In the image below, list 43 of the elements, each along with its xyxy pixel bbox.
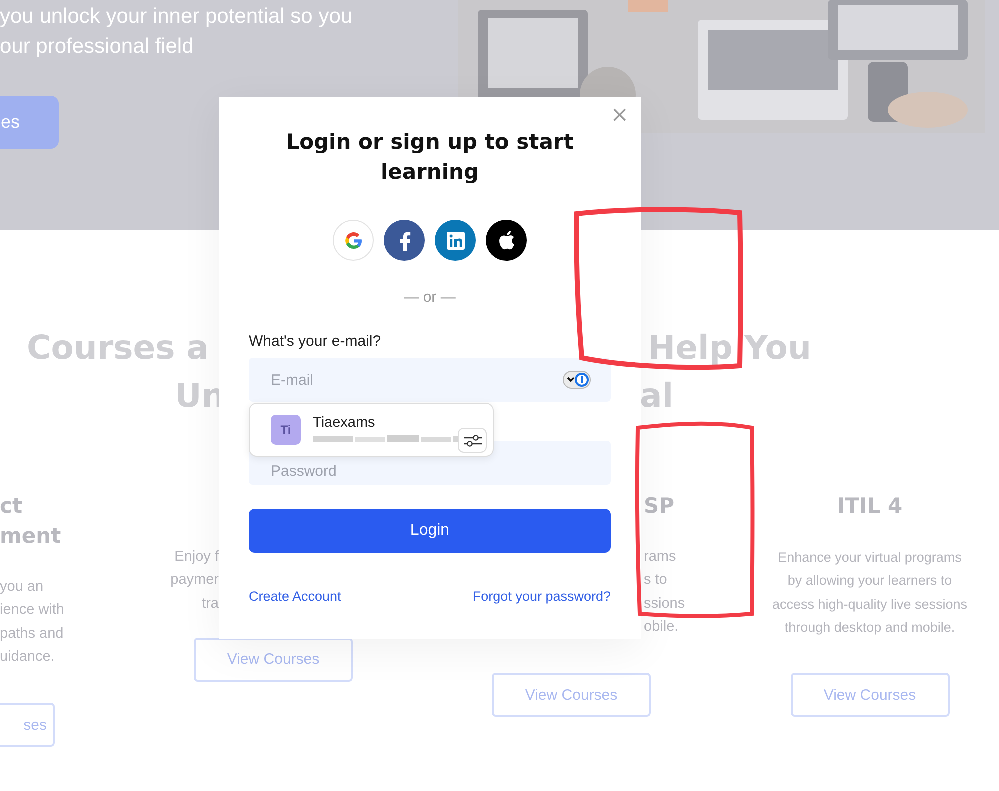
email-field[interactable]: E-mail: [249, 358, 611, 402]
course-description: ience with: [0, 601, 66, 620]
course-description: you an: [0, 578, 45, 597]
facebook-login-button[interactable]: [384, 220, 425, 261]
course-title: ct: [0, 493, 24, 520]
google-login-button[interactable]: [333, 220, 374, 261]
email-label: What's your e-mail?: [249, 333, 382, 350]
view-courses-button[interactable]: View Courses: [194, 638, 353, 682]
courses-button[interactable]: es: [0, 96, 59, 149]
course-description: ssions: [644, 594, 686, 614]
dialog-title: Login or sign up to start learning: [285, 129, 575, 186]
divider-text: — or —: [403, 289, 457, 306]
course-title: ment: [0, 523, 62, 550]
login-button[interactable]: Login: [249, 509, 611, 553]
forgot-password-link[interactable]: Forgot your password?: [472, 589, 611, 604]
linkedin-login-button[interactable]: [435, 220, 476, 261]
course-description: rams: [644, 548, 678, 567]
course-description: obile.: [644, 618, 680, 637]
course-title: SP: [643, 493, 676, 520]
course-description: s to: [644, 571, 668, 590]
course-description: by allowing your learners to: [786, 572, 954, 590]
course-description: tra: [201, 594, 219, 614]
view-courses-button[interactable]: ses: [0, 703, 55, 748]
linkedin-icon: [446, 232, 464, 250]
course-title: ITIL 4: [837, 493, 903, 520]
course-description: through desktop and mobile.: [784, 618, 956, 637]
course-description: Enjoy f: [174, 548, 219, 567]
view-courses-button[interactable]: View Courses: [790, 673, 950, 718]
course-description: paths and: [0, 624, 65, 644]
account-avatar: Ti: [271, 415, 301, 445]
settings-sliders-icon[interactable]: [458, 428, 487, 453]
google-icon: [344, 230, 364, 250]
create-account-link[interactable]: Create Account: [249, 589, 342, 604]
view-courses-button[interactable]: View Courses: [492, 673, 651, 718]
course-description: access high-quality live sessions: [772, 596, 968, 614]
course-description: uidance.: [0, 648, 56, 667]
facebook-icon: [398, 230, 410, 250]
apple-icon: [498, 231, 514, 250]
course-description: Enhance your virtual programs: [777, 549, 963, 567]
password-manager-icon[interactable]: [563, 371, 591, 389]
account-name[interactable]: Tiaexams: [313, 415, 485, 431]
apple-login-button[interactable]: [486, 220, 527, 261]
course-description: paymer: [170, 571, 219, 590]
